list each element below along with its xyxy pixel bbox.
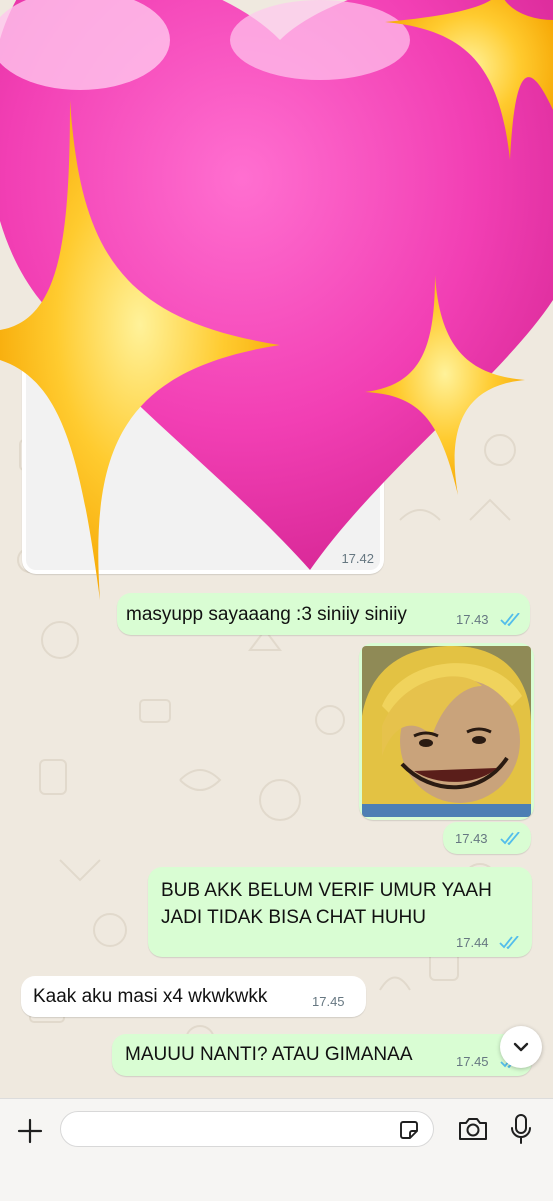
read-ticks-icon xyxy=(500,832,520,845)
avatar-meme-image[interactable] xyxy=(362,646,531,817)
composer-bar xyxy=(0,1098,553,1201)
message-input-container[interactable] xyxy=(60,1111,434,1147)
message-text: Kaak aku masi x4 wkwkwkk xyxy=(33,986,268,1007)
outgoing-message[interactable]: BUB AKK BELUM VERIF UMUR YAAH JADI TIDAK… xyxy=(148,867,532,957)
message-time: 17.43 xyxy=(455,831,488,846)
message-time: 17.45 xyxy=(312,994,345,1009)
incoming-image[interactable] xyxy=(26,334,380,570)
sticker-icon[interactable] xyxy=(397,1118,421,1142)
message-input[interactable] xyxy=(75,1118,399,1142)
outgoing-message[interactable]: masyupp sayaaang :3 siniiy siniiy 17.43 xyxy=(117,593,530,635)
message-text: BUB AKK BELUM VERIF UMUR YAAH JADI TIDAK… xyxy=(161,877,492,931)
incoming-message[interactable]: Kaak aku masi x4 wkwkwkk 17.45 xyxy=(21,976,366,1017)
image-time-chip: 17.43 xyxy=(443,822,531,854)
message-line: BUB AKK BELUM VERIF UMUR YAAH xyxy=(161,880,492,901)
message-text: MAUUU NANTI? ATAU GIMANAA xyxy=(125,1044,413,1065)
message-time: 17.45 xyxy=(456,1054,489,1069)
message-time: 17.44 xyxy=(456,935,489,950)
read-ticks-icon xyxy=(499,936,519,949)
outgoing-message[interactable]: MAUUU NANTI? ATAU GIMANAA 17.45 xyxy=(112,1034,532,1076)
message-time: 17.42 xyxy=(341,551,374,566)
chevron-down-icon xyxy=(513,1042,529,1052)
message-line: JADI TIDAK BISA CHAT HUHU xyxy=(161,907,426,928)
microphone-icon[interactable] xyxy=(508,1113,534,1145)
message-text: masyupp sayaaang :3 siniiy siniiy xyxy=(126,604,407,625)
incoming-image-message[interactable]: 17.42 xyxy=(22,330,384,574)
outgoing-image-message[interactable] xyxy=(359,643,534,820)
read-ticks-icon xyxy=(500,613,520,626)
plus-icon[interactable] xyxy=(16,1117,44,1145)
scroll-to-bottom-button[interactable] xyxy=(500,1026,542,1068)
camera-icon[interactable] xyxy=(457,1115,489,1143)
message-time: 17.43 xyxy=(456,612,489,627)
